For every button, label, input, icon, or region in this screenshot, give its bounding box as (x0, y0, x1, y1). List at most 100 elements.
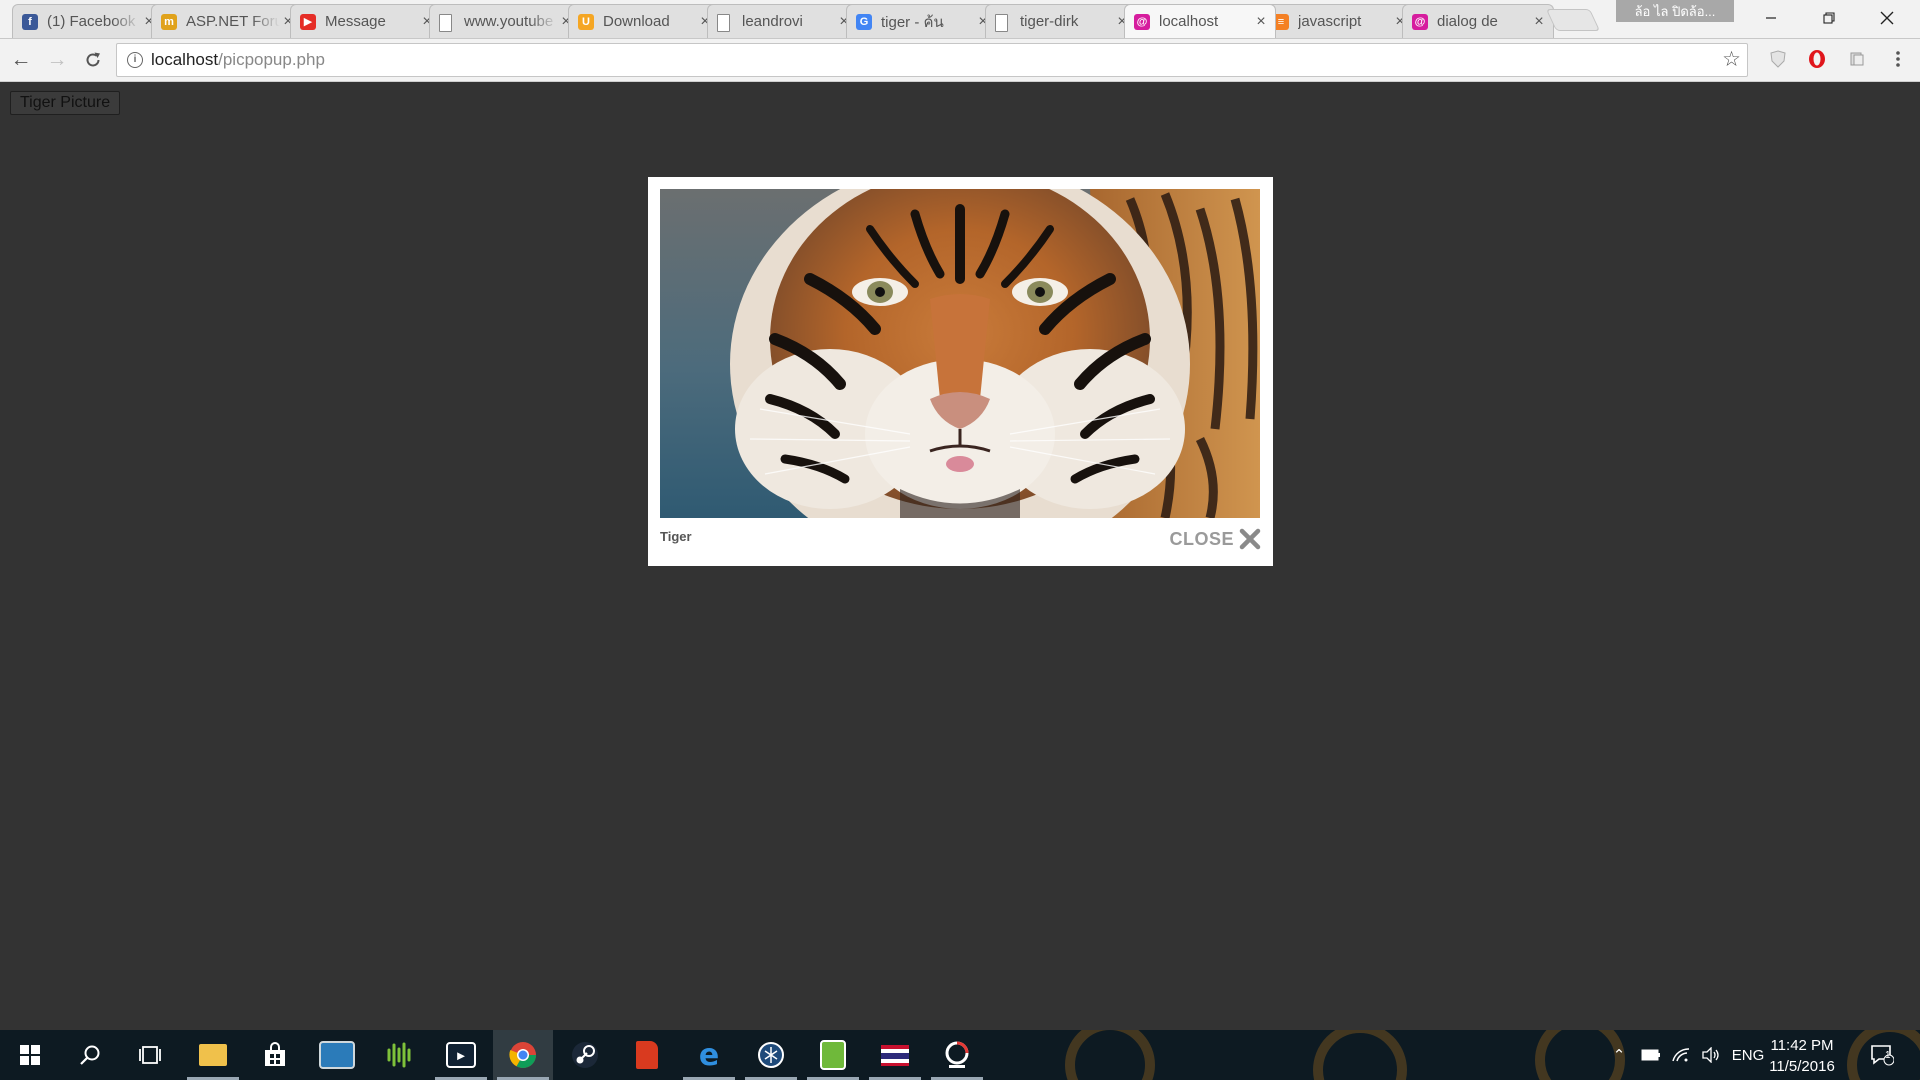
chrome-menu-button[interactable] (1888, 49, 1908, 69)
tab-5[interactable]: U Download × (568, 4, 720, 38)
tab-close-icon[interactable]: × (1531, 13, 1547, 31)
extension-shield-button[interactable] (1768, 49, 1788, 69)
arrow-right-icon: → (46, 48, 68, 71)
tab-11[interactable]: @ dialog de × (1402, 4, 1554, 38)
taskbar-remote-desktop[interactable] (307, 1030, 367, 1080)
steam-icon (572, 1042, 598, 1068)
lightbox-dialog: Tiger CLOSE (648, 177, 1273, 566)
remote-desktop-icon (319, 1041, 355, 1069)
task-view-button[interactable] (120, 1030, 180, 1080)
battery-button[interactable] (1636, 1030, 1666, 1080)
film-editor-icon: ► (446, 1042, 476, 1068)
taskbar-flag-app[interactable] (865, 1030, 925, 1080)
tab-title: tiger - ค้น (881, 13, 944, 31)
tab-7[interactable]: Gtiger - ค้น × (846, 4, 998, 38)
document-icon (439, 14, 452, 32)
search-icon (80, 1045, 100, 1065)
restore-icon (1823, 12, 1835, 24)
wifi-icon (1672, 1048, 1690, 1062)
action-center-button[interactable]: 1 (1862, 1030, 1902, 1080)
address-bar[interactable]: i localhost/picpopup.php ☆ (116, 43, 1748, 77)
tab-title: www.youtube (464, 13, 554, 30)
taskbar-chrome[interactable] (493, 1030, 553, 1080)
close-x-icon (1239, 528, 1261, 550)
edge-icon: e (698, 1037, 720, 1073)
taskbar-vpn-app[interactable] (741, 1030, 801, 1080)
tab-9[interactable]: @ localhost × (1124, 4, 1276, 38)
windows-start-icon (20, 1045, 40, 1065)
taskbar-file-app[interactable] (803, 1030, 863, 1080)
tab-title: ASP.NET Forums (186, 13, 280, 30)
audio-app-icon (387, 1042, 411, 1068)
task-view-icon (139, 1046, 161, 1064)
vpn-icon (758, 1042, 784, 1068)
taskbar-store[interactable] (245, 1030, 305, 1080)
speaker-icon (1702, 1047, 1719, 1063)
new-tab-button[interactable] (1545, 9, 1601, 31)
restore-button[interactable] (1806, 0, 1852, 36)
close-window-button[interactable] (1864, 0, 1910, 36)
facebook-icon: f (22, 14, 38, 30)
taskbar-edge[interactable]: e (679, 1030, 739, 1080)
close-label: CLOSE (1169, 528, 1234, 549)
opera-icon (1809, 50, 1825, 68)
tab-title: (1) Facebook (47, 13, 136, 30)
bookmark-star-icon[interactable]: ☆ (1722, 47, 1741, 72)
close-icon (1880, 11, 1894, 25)
reload-icon (86, 52, 100, 67)
browser-toolbar: ← → i localhost/picpopup.php ☆ (0, 39, 1920, 82)
notification-count: 1 (1885, 1050, 1891, 1061)
minimize-button[interactable] (1748, 0, 1794, 36)
url-text[interactable]: localhost/picpopup.php (151, 44, 325, 78)
document-stack-icon (1850, 52, 1864, 66)
start-button[interactable] (0, 1030, 60, 1080)
battery-icon (1641, 1049, 1660, 1061)
tab-3[interactable]: ▶ Message × (290, 4, 442, 38)
taskbar-file-explorer[interactable] (183, 1030, 243, 1080)
acrobat-icon (636, 1041, 658, 1069)
tab-title: dialog de (1437, 13, 1498, 30)
back-button[interactable]: ← (8, 47, 34, 73)
tab-title: leandrovi (742, 13, 803, 30)
taskbar-steam[interactable] (555, 1030, 615, 1080)
lightbox-caption: Tiger (660, 529, 692, 544)
volume-button[interactable] (1696, 1030, 1726, 1080)
tiger-photo (660, 189, 1260, 518)
taskbar-audio-app[interactable] (369, 1030, 429, 1080)
taskbar-clock[interactable]: 11:42 PM 11/5/2016 (1762, 1035, 1842, 1077)
tab-4[interactable]: www.youtube × (429, 4, 581, 38)
tab-1[interactable]: f (1) Facebook × (12, 4, 164, 38)
forward-button[interactable]: → (44, 47, 70, 73)
tab-title: Download (603, 13, 670, 30)
minimize-icon (1766, 17, 1776, 19)
extension-opera-button[interactable] (1807, 49, 1827, 69)
asp-net-icon: m (161, 14, 177, 30)
reload-button[interactable] (80, 47, 106, 73)
extension-document-button[interactable] (1847, 49, 1867, 69)
tab-strip: f(1) Facebook×mASP.NET Forums×▶Message×w… (0, 0, 1920, 39)
windows-taskbar: ► e ⌃ ENG 11:42 PM 11/5/2016 1 (0, 1030, 1920, 1080)
taskbar-film-editor[interactable]: ► (431, 1030, 491, 1080)
store-icon (265, 1042, 285, 1066)
tab-6[interactable]: leandrovi × (707, 4, 859, 38)
info-icon[interactable]: i (127, 52, 143, 68)
taskbar-acrobat[interactable] (617, 1030, 677, 1080)
tab-title: javascript (1298, 13, 1362, 30)
file-explorer-icon (199, 1044, 227, 1066)
shield-icon (1770, 50, 1786, 68)
download-site-icon: U (578, 14, 594, 30)
lightbox-close-button[interactable]: CLOSE (1169, 528, 1261, 550)
tab-close-icon[interactable]: × (1253, 13, 1269, 31)
profile-button[interactable]: ล้อ ไล ปิดล้อ... (1616, 0, 1734, 22)
clock-time: 11:42 PM (1770, 1037, 1834, 1054)
document-icon (995, 14, 1008, 32)
tiger-picture-button[interactable]: Tiger Picture (10, 91, 121, 115)
wifi-button[interactable] (1666, 1030, 1696, 1080)
tab-2[interactable]: mASP.NET Forums× (151, 4, 303, 38)
taskbar-photoscape[interactable] (927, 1030, 987, 1080)
taskbar-search-button[interactable] (60, 1030, 120, 1080)
arrow-left-icon: ← (10, 48, 32, 71)
show-hidden-icons-button[interactable]: ⌃ (1604, 1030, 1634, 1080)
tab-8[interactable]: tiger-dirk × (985, 4, 1137, 38)
tab-10[interactable]: ≡ javascript × (1263, 4, 1415, 38)
